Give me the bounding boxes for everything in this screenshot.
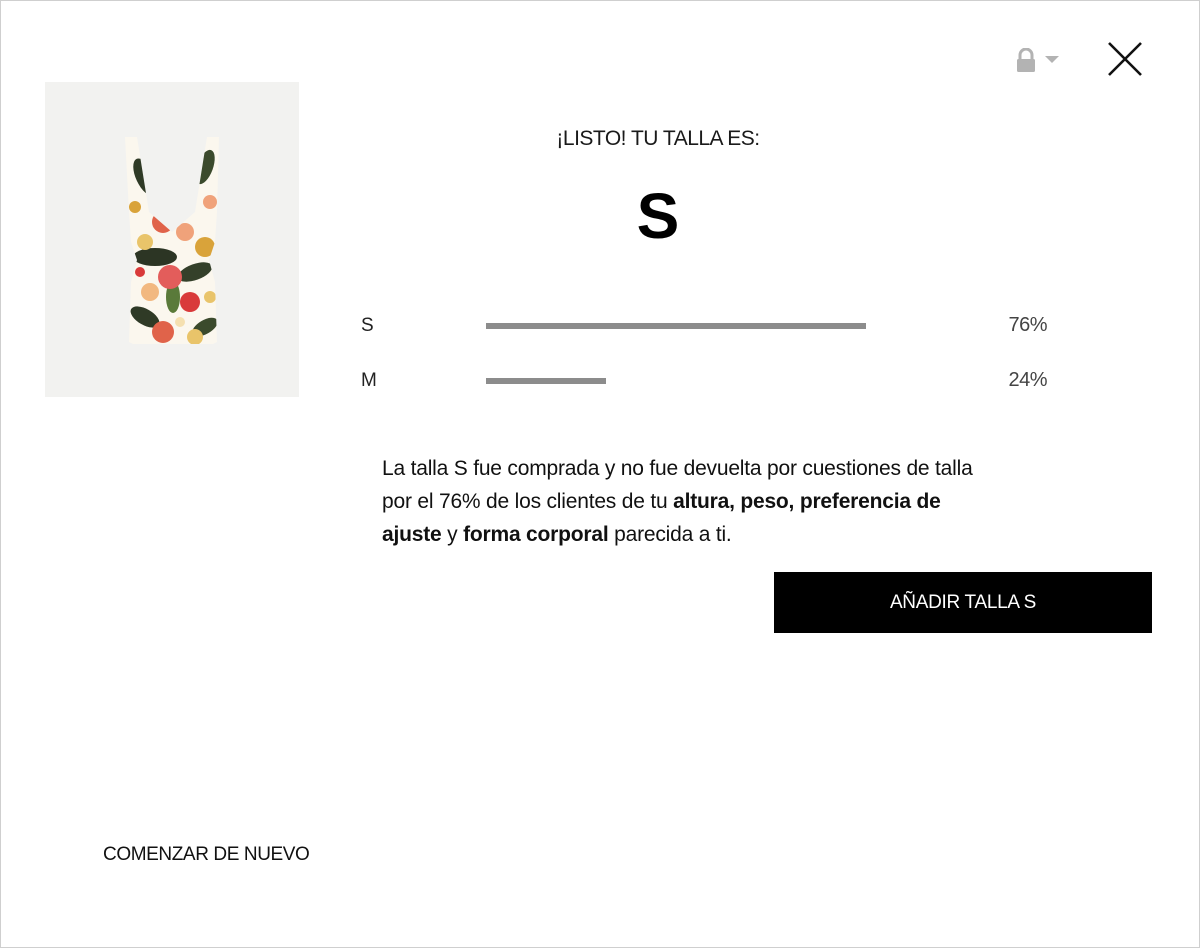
- chevron-down-icon: [1045, 56, 1059, 63]
- add-size-button[interactable]: AÑADIR TALLA S: [774, 572, 1152, 633]
- explanation-text: y: [441, 523, 464, 546]
- product-image: [45, 82, 299, 397]
- size-distribution-row: S 76%: [359, 313, 1059, 341]
- size-advisor-dialog: ¡LISTO! TU TALLA ES: S S 76% M 24% La ta…: [0, 0, 1200, 948]
- size-label: S: [361, 315, 374, 336]
- lock-icon: [1017, 48, 1035, 72]
- language-selector[interactable]: [1015, 45, 1067, 75]
- size-label: M: [361, 370, 377, 391]
- close-button[interactable]: [1105, 39, 1145, 79]
- floral-dress-image: [125, 137, 219, 344]
- distribution-track: [486, 378, 986, 384]
- close-icon: [1108, 42, 1142, 76]
- recommended-size: S: [636, 180, 680, 252]
- explanation-emphasis: forma corporal: [463, 523, 609, 546]
- size-distribution-row: M 24%: [359, 368, 1059, 396]
- restart-link[interactable]: COMENZAR DE NUEVO: [103, 844, 310, 866]
- size-percent: 76%: [1008, 314, 1047, 336]
- result-heading: ¡LISTO! TU TALLA ES:: [556, 127, 760, 150]
- size-explanation: La talla S fue comprada y no fue devuelt…: [382, 452, 1002, 551]
- distribution-track: [486, 323, 986, 329]
- distribution-bar: [486, 323, 866, 329]
- size-percent: 24%: [1008, 369, 1047, 391]
- explanation-text: parecida a ti.: [608, 523, 732, 546]
- distribution-bar: [486, 378, 606, 384]
